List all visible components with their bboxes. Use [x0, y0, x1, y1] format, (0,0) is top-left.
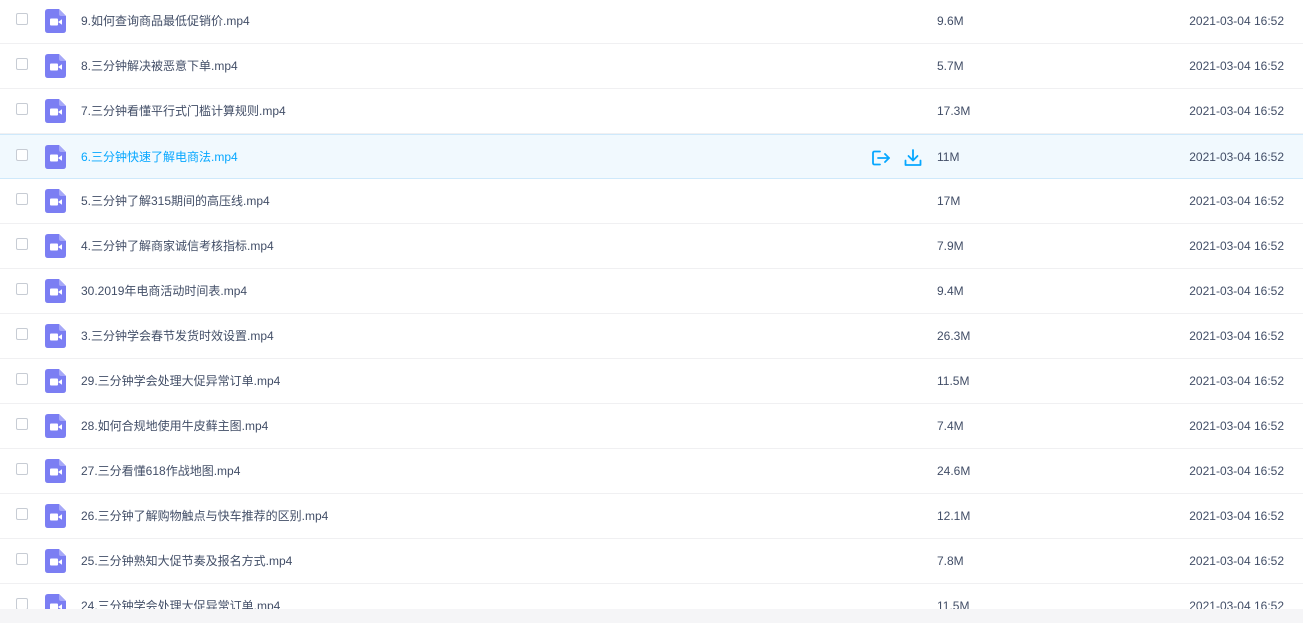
file-row[interactable]: 6.三分钟快速了解电商法.mp4 11M 2021-03-04 16:52: [0, 134, 1303, 179]
file-modified-date: 2021-03-04 16:52: [1189, 419, 1284, 433]
file-row[interactable]: 27.三分看懂618作战地图.mp4 24.6M 2021-03-04 16:5…: [0, 449, 1303, 494]
video-file-icon: [45, 414, 66, 438]
row-checkbox[interactable]: [16, 13, 28, 25]
file-modified-date: 2021-03-04 16:52: [1189, 59, 1284, 73]
video-file-icon: [45, 9, 66, 33]
file-modified-date: 2021-03-04 16:52: [1189, 599, 1284, 609]
video-file-icon: [45, 369, 66, 393]
row-checkbox[interactable]: [16, 328, 28, 340]
file-modified-date: 2021-03-04 16:52: [1189, 284, 1284, 298]
row-checkbox[interactable]: [16, 463, 28, 475]
row-checkbox[interactable]: [16, 149, 28, 161]
file-row[interactable]: 5.三分钟了解315期间的高压线.mp4 17M 2021-03-04 16:5…: [0, 179, 1303, 224]
file-row[interactable]: 7.三分钟看懂平行式门槛计算规则.mp4 17.3M 2021-03-04 16…: [0, 89, 1303, 134]
file-modified-date: 2021-03-04 16:52: [1189, 194, 1284, 208]
file-size: 11.5M: [937, 599, 970, 609]
file-name[interactable]: 30.2019年电商活动时间表.mp4: [81, 284, 247, 299]
file-modified-date: 2021-03-04 16:52: [1189, 239, 1284, 253]
video-file-icon: [45, 594, 66, 609]
row-checkbox[interactable]: [16, 238, 28, 250]
file-size: 26.3M: [937, 329, 971, 343]
share-icon[interactable]: [871, 149, 891, 167]
row-checkbox[interactable]: [16, 103, 28, 115]
file-name[interactable]: 8.三分钟解决被恶意下单.mp4: [81, 59, 238, 74]
file-row[interactable]: 9.如何查询商品最低促销价.mp4 9.6M 2021-03-04 16:52: [0, 0, 1303, 44]
file-name[interactable]: 24.三分钟学会处理大促异常订单.mp4: [81, 599, 280, 609]
video-file-icon: [45, 234, 66, 258]
file-modified-date: 2021-03-04 16:52: [1189, 104, 1284, 118]
file-size: 7.8M: [937, 554, 964, 568]
file-modified-date: 2021-03-04 16:52: [1189, 150, 1284, 164]
file-name[interactable]: 28.如何合规地使用牛皮藓主图.mp4: [81, 419, 268, 434]
file-size: 17.3M: [937, 104, 971, 118]
video-file-icon: [45, 504, 66, 528]
file-row[interactable]: 8.三分钟解决被恶意下单.mp4 5.7M 2021-03-04 16:52: [0, 44, 1303, 89]
row-checkbox[interactable]: [16, 553, 28, 565]
file-size: 7.4M: [937, 419, 964, 433]
file-name[interactable]: 7.三分钟看懂平行式门槛计算规则.mp4: [81, 104, 286, 119]
file-row[interactable]: 3.三分钟学会春节发货时效设置.mp4 26.3M 2021-03-04 16:…: [0, 314, 1303, 359]
file-modified-date: 2021-03-04 16:52: [1189, 509, 1284, 523]
file-modified-date: 2021-03-04 16:52: [1189, 374, 1284, 388]
file-size: 9.4M: [937, 284, 964, 298]
file-row[interactable]: 4.三分钟了解商家诚信考核指标.mp4 7.9M 2021-03-04 16:5…: [0, 224, 1303, 269]
video-file-icon: [45, 279, 66, 303]
file-name[interactable]: 29.三分钟学会处理大促异常订单.mp4: [81, 374, 280, 389]
file-name[interactable]: 5.三分钟了解315期间的高压线.mp4: [81, 194, 270, 209]
file-name[interactable]: 4.三分钟了解商家诚信考核指标.mp4: [81, 239, 274, 254]
video-file-icon: [45, 324, 66, 348]
download-icon[interactable]: [903, 149, 923, 167]
file-size: 5.7M: [937, 59, 964, 73]
file-list: 9.如何查询商品最低促销价.mp4 9.6M 2021-03-04 16:52 …: [0, 0, 1303, 609]
video-file-icon: [45, 145, 66, 169]
file-row[interactable]: 25.三分钟熟知大促节奏及报名方式.mp4 7.8M 2021-03-04 16…: [0, 539, 1303, 584]
file-name[interactable]: 6.三分钟快速了解电商法.mp4: [81, 150, 238, 165]
file-size: 9.6M: [937, 14, 964, 28]
file-row[interactable]: 29.三分钟学会处理大促异常订单.mp4 11.5M 2021-03-04 16…: [0, 359, 1303, 404]
file-name[interactable]: 27.三分看懂618作战地图.mp4: [81, 464, 240, 479]
file-size: 24.6M: [937, 464, 971, 478]
file-row[interactable]: 28.如何合规地使用牛皮藓主图.mp4 7.4M 2021-03-04 16:5…: [0, 404, 1303, 449]
file-name[interactable]: 9.如何查询商品最低促销价.mp4: [81, 14, 250, 29]
horizontal-scrollbar-track[interactable]: [0, 609, 1303, 623]
file-modified-date: 2021-03-04 16:52: [1189, 14, 1284, 28]
file-size: 12.1M: [937, 509, 971, 523]
file-name[interactable]: 26.三分钟了解购物触点与快车推荐的区别.mp4: [81, 509, 328, 524]
video-file-icon: [45, 99, 66, 123]
row-checkbox[interactable]: [16, 283, 28, 295]
file-size: 11M: [937, 150, 960, 164]
video-file-icon: [45, 189, 66, 213]
row-checkbox[interactable]: [16, 598, 28, 609]
file-size: 7.9M: [937, 239, 964, 253]
file-modified-date: 2021-03-04 16:52: [1189, 464, 1284, 478]
file-row[interactable]: 30.2019年电商活动时间表.mp4 9.4M 2021-03-04 16:5…: [0, 269, 1303, 314]
video-file-icon: [45, 459, 66, 483]
file-size: 11.5M: [937, 374, 970, 388]
row-checkbox[interactable]: [16, 193, 28, 205]
file-name[interactable]: 3.三分钟学会春节发货时效设置.mp4: [81, 329, 274, 344]
row-checkbox[interactable]: [16, 58, 28, 70]
row-checkbox[interactable]: [16, 373, 28, 385]
file-size: 17M: [937, 194, 961, 208]
row-checkbox[interactable]: [16, 418, 28, 430]
file-row[interactable]: 24.三分钟学会处理大促异常订单.mp4 11.5M 2021-03-04 16…: [0, 584, 1303, 609]
file-modified-date: 2021-03-04 16:52: [1189, 329, 1284, 343]
video-file-icon: [45, 54, 66, 78]
row-checkbox[interactable]: [16, 508, 28, 520]
file-name[interactable]: 25.三分钟熟知大促节奏及报名方式.mp4: [81, 554, 292, 569]
video-file-icon: [45, 549, 66, 573]
file-modified-date: 2021-03-04 16:52: [1189, 554, 1284, 568]
file-row[interactable]: 26.三分钟了解购物触点与快车推荐的区别.mp4 12.1M 2021-03-0…: [0, 494, 1303, 539]
